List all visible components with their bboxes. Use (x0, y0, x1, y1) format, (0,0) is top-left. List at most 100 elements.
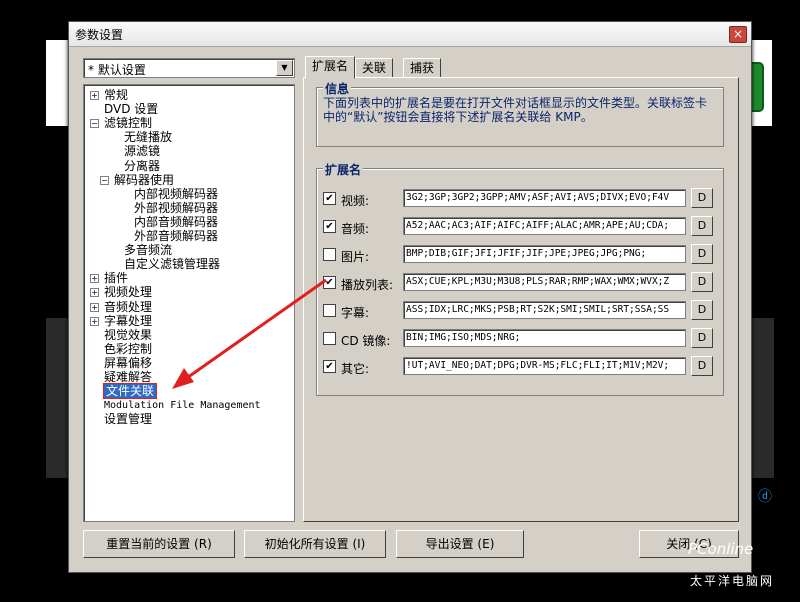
tab-0[interactable]: 扩展名 (305, 56, 356, 79)
window-title: 参数设置 (75, 28, 124, 42)
tree-item-label: 无缝播放 (124, 130, 173, 145)
tree-item[interactable]: + 字幕处理 (90, 313, 153, 328)
tab-2[interactable]: 捕获 (403, 58, 442, 78)
profile-dropdown[interactable]: * 默认设置 ▼ (83, 58, 295, 78)
info-group-title: 信息 (323, 80, 352, 97)
tree-item[interactable]: 视觉效果 (90, 327, 153, 342)
chevron-down-icon[interactable]: ▼ (276, 60, 293, 76)
tree-item-label: DVD 设置 (104, 102, 159, 117)
tree-item[interactable]: 外部视频解码器 (120, 200, 219, 215)
expand-icon[interactable]: + (90, 274, 99, 284)
tree-item-label: 自定义滤镜管理器 (124, 257, 221, 272)
tree-item[interactable]: Modulation File Management (90, 399, 261, 412)
tree-item[interactable]: + 插件 (90, 272, 128, 285)
tree-item[interactable]: + 视频处理 (90, 286, 152, 299)
extensions-group-title: 扩展名 (323, 161, 364, 178)
extension-checkbox[interactable] (323, 304, 336, 317)
extension-label: 图片: (341, 250, 370, 264)
extension-checkbox[interactable] (323, 248, 336, 261)
collapse-icon[interactable]: − (100, 175, 109, 185)
watermark-logo: PConline (688, 540, 754, 558)
tab-1[interactable]: 关联 (355, 58, 394, 78)
tree-item[interactable]: 色彩控制 (90, 341, 153, 356)
extension-row: ✔ 其它: !UT;AVI_NEO;DAT;DPG;DVR-MS;FLC;FLI;I… (323, 356, 718, 376)
tree-item[interactable]: 文件关联 (90, 383, 158, 400)
tree-item[interactable]: 外部音频解码器 (120, 230, 218, 243)
tree-item[interactable]: + 常规 (90, 89, 128, 102)
default-extensions-button[interactable]: D (691, 356, 713, 376)
tree-item[interactable]: − 解码器使用 (100, 172, 175, 187)
extension-checkbox[interactable]: ✔ (323, 220, 336, 233)
default-extensions-button[interactable]: D (691, 300, 713, 320)
extension-row: CD 镜像: BIN;IMG;ISO;MDS;NRG; D (323, 328, 718, 348)
extension-row: ✔ 视频: 3G2;3GP;3GP2;3GPP;AMV;ASF;AVI;AVS;DI… (323, 188, 718, 208)
info-group: 信息 下面列表中的扩展名是要在打开文件对话框显示的文件类型。关联标签卡中的“默认… (316, 80, 724, 147)
tree-item[interactable]: − 滤镜控制 (90, 117, 152, 130)
tree-item-label: 多音频流 (124, 243, 173, 258)
default-extensions-button[interactable]: D (691, 328, 713, 348)
tree-item-label: 字幕处理 (104, 313, 153, 328)
extension-checkbox[interactable]: ✔ (323, 192, 336, 205)
settings-tree[interactable]: + 常规 DVD 设置 − 滤镜控制 无缝播放 源滤镜 分离器 − 解码器使用 内部视频解码器 外部视… (83, 84, 295, 522)
tree-item-label: 文件关联 (102, 383, 158, 400)
background-panel-left (46, 318, 70, 478)
tree-item[interactable]: 屏幕偏移 (90, 356, 152, 370)
export-settings-button[interactable]: 导出设置 (E) (396, 530, 524, 558)
default-extensions-button[interactable]: D (691, 216, 713, 236)
tab-panel-extensions: 信息 下面列表中的扩展名是要在打开文件对话框显示的文件类型。关联标签卡中的“默认… (303, 77, 739, 522)
tree-item-label: 常规 (104, 88, 129, 102)
tree-item[interactable]: 分离器 (110, 158, 161, 173)
tree-item[interactable]: 多音频流 (110, 244, 172, 257)
expand-icon[interactable]: + (90, 91, 99, 100)
extension-list-input[interactable]: BMP;DIB;GIF;JFI;JFIF;JIF;JPE;JPEG;JPG;PN… (403, 245, 686, 263)
default-extensions-button[interactable]: D (691, 272, 713, 292)
extension-list-input[interactable]: 3G2;3GP;3GP2;3GPP;AMV;ASF;AVI;AVS;DIVX;E… (403, 189, 686, 207)
extension-checkbox[interactable] (323, 332, 336, 345)
tree-item-label: 外部音频解码器 (134, 229, 219, 243)
tree-item[interactable]: + 音频处理 (90, 300, 152, 314)
tree-item[interactable]: 自定义滤镜管理器 (110, 258, 220, 271)
extension-checkbox[interactable]: ✔ (323, 360, 336, 373)
close-window-button[interactable]: × (729, 26, 747, 43)
extension-list-input[interactable]: A52;AAC;AC3;AIF;AIFC;AIFF;ALAC;AMR;APE;A… (403, 217, 686, 235)
extension-label: 播放列表: (341, 278, 394, 292)
tree-item-label: 解码器使用 (114, 172, 175, 187)
extension-list-input[interactable]: ASS;IDX;LRC;MKS;PSB;RT;S2K;SMI;SMIL;SRT;… (403, 301, 686, 319)
tree-item[interactable]: 内部音频解码器 (120, 215, 218, 229)
profile-value: * 默认设置 (88, 63, 146, 77)
extension-label: 其它: (341, 362, 370, 376)
expand-icon[interactable]: + (90, 302, 99, 312)
tree-item[interactable]: 内部视频解码器 (120, 187, 218, 201)
tree-item[interactable]: DVD 设置 (90, 103, 158, 116)
tree-item-label: 分离器 (124, 158, 161, 173)
extension-label: 字幕: (341, 306, 370, 320)
default-extensions-button[interactable]: D (691, 244, 713, 264)
tree-item[interactable]: 无缝播放 (110, 131, 172, 144)
extension-row: 图片: BMP;DIB;GIF;JFI;JFIF;JIF;JPE;JPEG;JPG… (323, 244, 718, 264)
tree-item[interactable]: 源滤镜 (110, 145, 160, 158)
extension-list-input[interactable]: BIN;IMG;ISO;MDS;NRG; (403, 329, 686, 347)
title-bar[interactable]: 参数设置 × (69, 22, 751, 47)
tree-item-label: 设置管理 (104, 412, 153, 427)
tree-item-label: 疑难解答 (104, 370, 153, 384)
expand-icon[interactable]: + (90, 316, 99, 326)
extension-list-input[interactable]: ASX;CUE;KPL;M3U;M3U8;PLS;RAR;RMP;WAX;WMX… (403, 273, 686, 291)
extension-checkbox[interactable]: ✔ (323, 276, 336, 289)
tree-item-label: 外部视频解码器 (134, 200, 219, 215)
tree-item-label: 色彩控制 (104, 341, 153, 356)
expand-icon[interactable]: + (90, 288, 99, 298)
extension-label: CD 镜像: (341, 334, 391, 348)
extension-row: ✔ 播放列表: ASX;CUE;KPL;M3U;M3U8;PLS;RAR;RMP;W… (323, 272, 718, 292)
init-all-button[interactable]: 初始化所有设置 (I) (244, 530, 386, 558)
collapse-icon[interactable]: − (90, 119, 99, 129)
reset-current-button[interactable]: 重置当前的设置 (R) (83, 530, 235, 558)
tree-item[interactable]: 疑难解答 (90, 371, 152, 384)
extension-row: 字幕: ASS;IDX;LRC;MKS;PSB;RT;S2K;SMI;SMIL;S… (323, 300, 718, 320)
background-page-left (46, 40, 70, 126)
info-text: 下面列表中的扩展名是要在打开文件对话框显示的文件类型。关联标签卡中的“默认”按钮… (323, 96, 708, 124)
tree-item[interactable]: 设置管理 (90, 413, 152, 426)
extension-label: 音频: (341, 222, 370, 236)
tree-item-label: 视觉效果 (104, 327, 153, 342)
default-extensions-button[interactable]: D (691, 188, 713, 208)
extension-list-input[interactable]: !UT;AVI_NEO;DAT;DPG;DVR-MS;FLC;FLI;IT;M1… (403, 357, 686, 375)
